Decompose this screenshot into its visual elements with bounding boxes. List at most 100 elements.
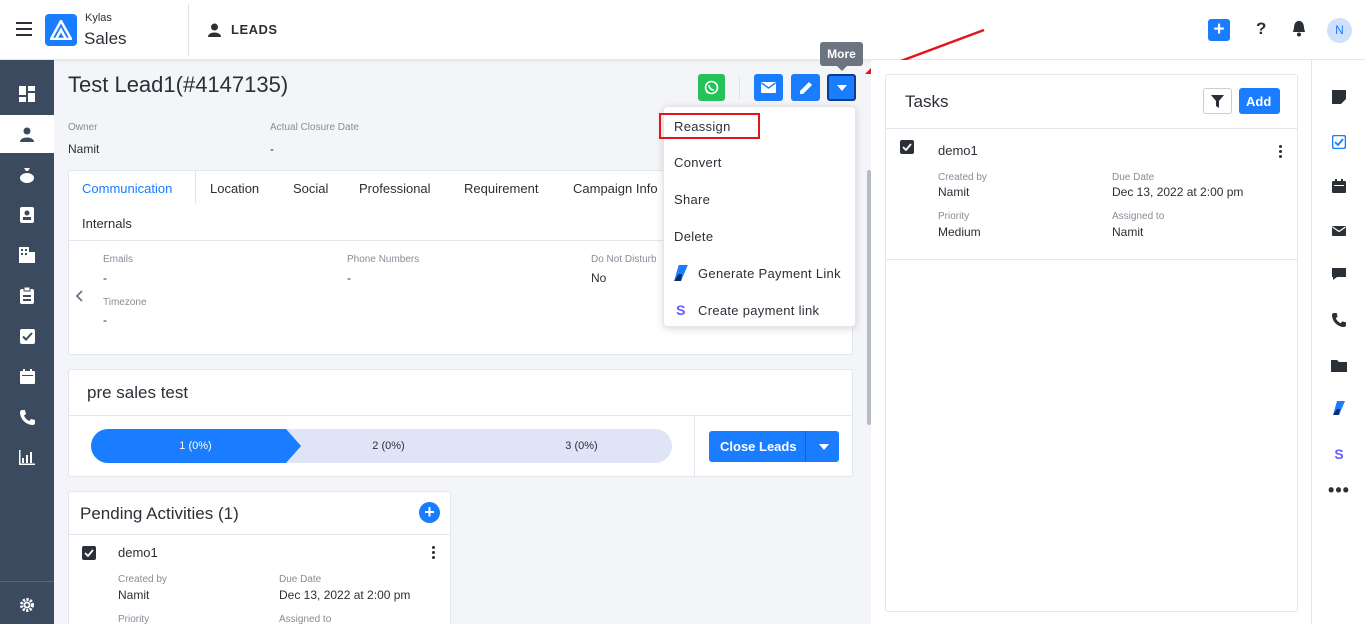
- menu-item-label: Convert: [674, 155, 722, 170]
- rail-payment-app[interactable]: [1312, 393, 1365, 423]
- close-leads-label: Close Leads: [720, 439, 797, 454]
- tab-professional[interactable]: Professional: [359, 181, 431, 196]
- more-button[interactable]: [827, 74, 856, 101]
- assigned-to-label: Assigned to: [279, 614, 332, 624]
- sidebar-item-analytics[interactable]: [0, 439, 54, 475]
- help-icon[interactable]: ?: [1256, 19, 1266, 39]
- menu-item-delete[interactable]: Delete: [674, 229, 713, 244]
- person-icon: [208, 23, 221, 37]
- email-button[interactable]: [754, 74, 783, 101]
- owner-value: Namit: [68, 142, 100, 156]
- menu-item-generate-payment-link[interactable]: Generate Payment Link: [674, 265, 841, 281]
- sidebar-item-tasks[interactable]: [0, 318, 54, 354]
- kebab-menu-icon[interactable]: [432, 546, 436, 561]
- money-bag-icon: [20, 168, 34, 183]
- pending-activities-title: Pending Activities (1): [80, 504, 239, 523]
- rail-calls[interactable]: [1312, 305, 1365, 335]
- task-name[interactable]: demo1: [938, 143, 978, 158]
- rail-more[interactable]: •••: [1312, 475, 1365, 505]
- phone-icon: [19, 409, 35, 425]
- tab-internals[interactable]: Internals: [82, 216, 132, 231]
- caret-down-icon[interactable]: [819, 444, 829, 450]
- menu-item-create-payment-link[interactable]: S Create payment link: [674, 302, 819, 318]
- note-icon: [1332, 90, 1346, 104]
- rail-email[interactable]: [1312, 216, 1365, 246]
- sidebar-item-reports[interactable]: [0, 277, 54, 313]
- sidebar-item-calls[interactable]: [0, 399, 54, 435]
- add-task-label: Add: [1246, 94, 1272, 109]
- tab-location[interactable]: Location: [210, 181, 259, 196]
- rail-notes[interactable]: [1312, 82, 1365, 112]
- brand-name: Kylas: [85, 12, 112, 24]
- sidebar-item-leads[interactable]: [0, 115, 54, 153]
- quick-add-button[interactable]: +: [1208, 19, 1230, 41]
- rail-calendar[interactable]: [1312, 171, 1365, 201]
- activity-checkbox[interactable]: [82, 546, 96, 560]
- gear-icon: [20, 598, 34, 612]
- brand-product: Sales: [84, 29, 127, 48]
- notification-bell-icon[interactable]: [1292, 20, 1306, 40]
- task-priority-label: Priority: [938, 211, 970, 222]
- hamburger-menu-icon[interactable]: [16, 22, 32, 36]
- building-icon: [19, 247, 35, 263]
- timezone-label: Timezone: [103, 297, 147, 308]
- dnd-label: Do Not Disturb: [591, 254, 657, 265]
- pipeline-stage-2[interactable]: 2 (0%): [292, 429, 485, 463]
- sidebar-item-dashboard[interactable]: [0, 76, 54, 112]
- tab-social[interactable]: Social: [293, 181, 328, 196]
- sidebar-item-settings[interactable]: [0, 587, 54, 623]
- add-activity-button[interactable]: +: [419, 502, 440, 523]
- section-title: LEADS: [208, 22, 278, 37]
- chevron-left-icon[interactable]: [75, 290, 83, 305]
- edit-button[interactable]: [791, 74, 820, 101]
- user-avatar[interactable]: N: [1327, 18, 1352, 43]
- pipeline-stage-1[interactable]: 1 (0%): [91, 429, 300, 463]
- pipeline-stage-3[interactable]: 3 (0%): [485, 429, 678, 463]
- tasks-title: Tasks: [905, 92, 949, 111]
- activity-name[interactable]: demo1: [118, 545, 158, 560]
- dnd-value: No: [591, 271, 607, 285]
- sidebar-item-contacts[interactable]: [0, 197, 54, 233]
- stripe-icon: S: [676, 302, 686, 318]
- tab-communication[interactable]: Communication: [82, 181, 172, 196]
- closure-date-value: -: [270, 142, 274, 156]
- payment-app-icon: [674, 265, 688, 281]
- divider: [188, 4, 189, 56]
- rail-tasks[interactable]: [1312, 127, 1365, 157]
- emails-value: -: [103, 271, 107, 285]
- task-created-by-value: Namit: [938, 185, 970, 199]
- menu-item-share[interactable]: Share: [674, 192, 710, 207]
- rail-documents[interactable]: [1312, 350, 1365, 380]
- pipeline-title: pre sales test: [87, 383, 189, 402]
- sidebar-item-companies[interactable]: [0, 237, 54, 273]
- tab-campaign-info[interactable]: Campaign Info: [573, 181, 658, 196]
- bar-chart-icon: [19, 449, 35, 465]
- tab-requirement[interactable]: Requirement: [464, 181, 538, 196]
- top-bar: Kylas Sales LEADS + ? N: [0, 0, 1365, 60]
- envelope-icon: [1332, 226, 1346, 236]
- menu-item-convert[interactable]: Convert: [674, 155, 722, 170]
- due-date-label: Due Date: [279, 574, 322, 585]
- rail-stripe[interactable]: S: [1312, 439, 1365, 469]
- calendar-icon: [1332, 179, 1346, 193]
- kebab-menu-icon[interactable]: [1279, 145, 1283, 160]
- filter-button[interactable]: [1203, 88, 1232, 114]
- stripe-icon: S: [1334, 446, 1344, 462]
- contact-card-icon: [20, 207, 34, 223]
- sidebar-item-calendar[interactable]: [0, 358, 54, 394]
- divider: [886, 259, 1297, 260]
- close-leads-button[interactable]: Close Leads: [709, 431, 839, 462]
- task-due-date-value: Dec 13, 2022 at 2:00 pm: [1112, 185, 1244, 199]
- rail-chat[interactable]: [1312, 259, 1365, 289]
- whatsapp-button[interactable]: [698, 74, 725, 101]
- menu-item-label: Create payment link: [698, 302, 820, 318]
- section-title-label: LEADS: [231, 22, 278, 37]
- phone-numbers-label: Phone Numbers: [347, 254, 420, 265]
- sidebar-item-deals[interactable]: [0, 157, 54, 193]
- clipboard-icon: [20, 286, 34, 304]
- add-task-button[interactable]: Add: [1239, 88, 1280, 114]
- divider: [69, 534, 450, 535]
- emails-label: Emails: [103, 254, 134, 265]
- kylas-logo-icon[interactable]: [45, 14, 77, 46]
- task-checkbox[interactable]: [900, 140, 914, 154]
